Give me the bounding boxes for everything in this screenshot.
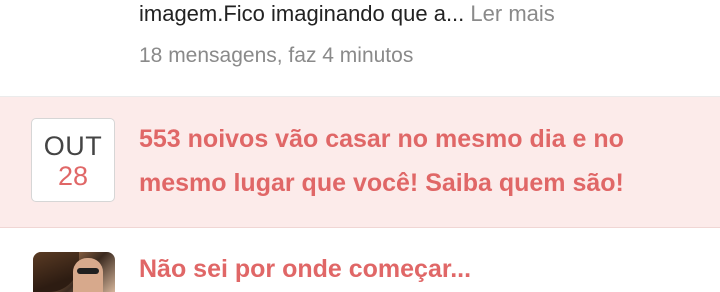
featured-list-item[interactable]: OUT 28 553 noivos vão casar no mesmo dia… <box>0 97 720 228</box>
forum-feed: imagem.Fico imaginando que a... Ler mais… <box>0 0 720 292</box>
excerpt-text: imagem.Fico imaginando que a... <box>139 1 465 26</box>
list-item[interactable]: Não sei por onde começar... <box>0 228 720 292</box>
avatar-face <box>73 258 103 292</box>
thread-title-link[interactable]: Não sei por onde começar... <box>139 254 471 284</box>
list-item[interactable]: imagem.Fico imaginando que a... Ler mais… <box>0 0 720 97</box>
avatar[interactable] <box>33 252 115 292</box>
read-more-link[interactable]: Ler mais <box>470 1 554 26</box>
featured-title-link[interactable]: 553 noivos vão casar no mesmo dia e no m… <box>139 117 699 205</box>
avatar-glasses <box>77 268 99 274</box>
date-month: OUT <box>43 131 103 161</box>
post-excerpt: imagem.Fico imaginando que a... Ler mais <box>139 0 555 28</box>
date-badge: OUT 28 <box>31 118 115 202</box>
date-day: 28 <box>57 161 89 191</box>
post-meta: 18 mensagens, faz 4 minutos <box>139 44 414 67</box>
